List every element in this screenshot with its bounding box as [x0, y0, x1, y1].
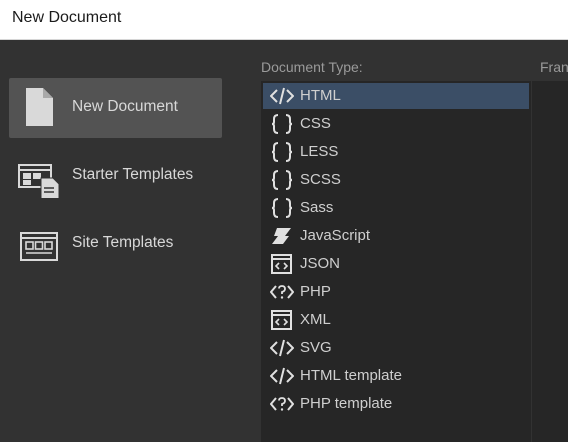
- curly-braces-icon: [270, 113, 294, 135]
- json-window-icon: [270, 253, 294, 275]
- title-bar: New Document: [0, 0, 568, 40]
- doc-type-html-template[interactable]: HTML template: [263, 363, 529, 389]
- framework-panel: Fran: [532, 40, 568, 442]
- doc-type-label: LESS: [300, 143, 339, 160]
- code-brackets-icon: [269, 337, 295, 359]
- doc-type-label: XML: [300, 311, 331, 328]
- code-brackets-icon: [269, 365, 295, 387]
- document-icon: [17, 86, 61, 130]
- window-title: New Document: [12, 9, 122, 26]
- doc-type-scss[interactable]: SCSS: [263, 167, 529, 193]
- curly-braces-icon: [270, 169, 294, 191]
- doc-type-label: JavaScript: [300, 227, 371, 244]
- doc-type-html[interactable]: HTML: [263, 83, 529, 109]
- doc-type-javascript[interactable]: JavaScript: [263, 223, 529, 249]
- doc-type-label: CSS: [300, 115, 331, 132]
- doc-type-css[interactable]: CSS: [263, 111, 529, 137]
- curly-braces-icon: [270, 197, 294, 219]
- doc-type-label: JSON: [300, 255, 341, 272]
- doc-type-label: SVG: [300, 339, 332, 356]
- sidebar-item-site-templates[interactable]: Site Templates: [9, 214, 222, 274]
- php-tag-icon: [269, 281, 295, 303]
- doc-type-php-template[interactable]: PHP template: [263, 391, 529, 417]
- doc-type-less[interactable]: LESS: [263, 139, 529, 165]
- sidebar-item-new-document[interactable]: New Document: [9, 78, 222, 138]
- sidebar-item-label: Site Templates: [72, 234, 174, 251]
- doc-type-sass[interactable]: Sass: [263, 195, 529, 221]
- doc-type-label: PHP template: [300, 395, 393, 412]
- doc-type-php[interactable]: PHP: [263, 279, 529, 305]
- document-type-panel: Document Type: HTML CSS LESS SCSS Sass J…: [236, 40, 532, 442]
- doc-type-label: PHP: [300, 283, 331, 300]
- starter-templates-icon: [17, 154, 61, 201]
- framework-heading: Fran: [540, 59, 568, 75]
- doc-type-json[interactable]: JSON: [263, 251, 529, 277]
- javascript-scroll-icon: [270, 225, 294, 247]
- doc-type-label: SCSS: [300, 171, 341, 188]
- doc-type-xml[interactable]: XML: [263, 307, 529, 333]
- sidebar: New Document Starter Templates Site Temp…: [0, 40, 236, 442]
- xml-window-icon: [270, 309, 294, 331]
- doc-type-label: Sass: [300, 199, 334, 216]
- code-brackets-icon: [269, 85, 295, 107]
- document-type-heading: Document Type:: [261, 59, 363, 75]
- doc-type-label: HTML: [300, 87, 341, 104]
- php-tag-icon: [269, 393, 295, 415]
- sidebar-item-label: New Document: [72, 98, 178, 115]
- curly-braces-icon: [270, 141, 294, 163]
- framework-panel-body: [532, 81, 568, 442]
- doc-type-svg[interactable]: SVG: [263, 335, 529, 361]
- sidebar-item-label: Starter Templates: [72, 166, 194, 183]
- sidebar-item-starter-templates[interactable]: Starter Templates: [9, 146, 222, 206]
- document-type-list[interactable]: HTML CSS LESS SCSS Sass JavaScript JSON …: [261, 81, 531, 442]
- new-document-dialog: New Document New Document Starter Templa…: [0, 0, 568, 442]
- site-templates-icon: [17, 222, 61, 266]
- doc-type-label: HTML template: [300, 367, 402, 384]
